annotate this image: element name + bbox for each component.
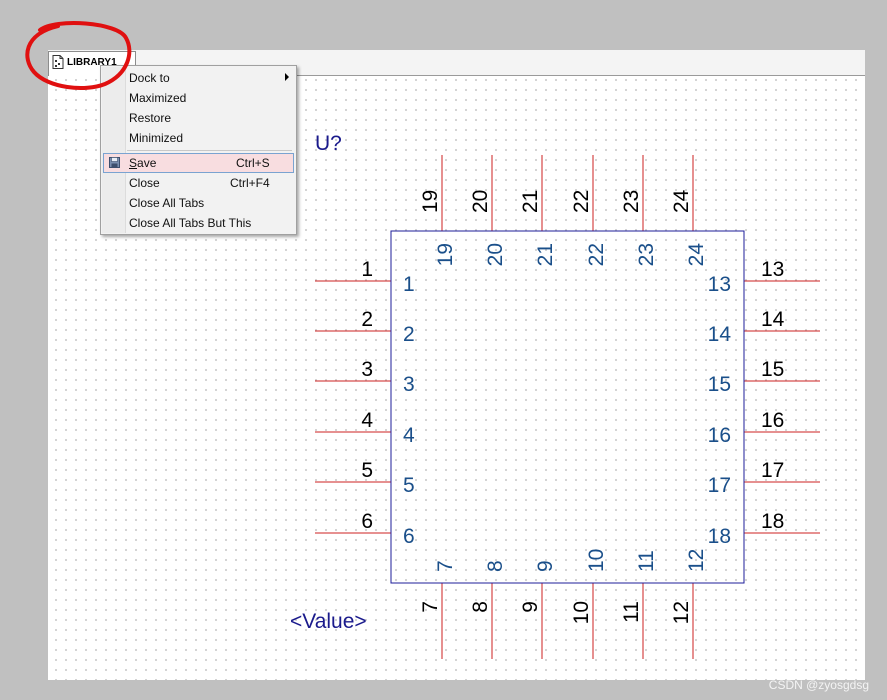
pin-labels: 1122334455661313141415151616171718181919… (361, 189, 784, 624)
pin-name-15: 15 (708, 373, 731, 396)
pin-number-12: 12 (670, 601, 693, 624)
menu-item-label-rest: ave (137, 156, 157, 170)
pin-name-17: 17 (708, 474, 731, 497)
part-body[interactable] (390, 230, 745, 584)
right-panel-edge (865, 50, 887, 700)
pin-name-3: 3 (403, 373, 415, 396)
pin-number-20: 20 (469, 190, 492, 213)
pin-number-13: 13 (761, 258, 784, 281)
pin-number-1: 1 (361, 258, 373, 281)
submenu-arrow-icon (285, 73, 289, 81)
pin-name-14: 14 (708, 323, 732, 346)
pin-number-5: 5 (361, 459, 373, 482)
menu-item-close-all-tabs-but-this[interactable]: Close All Tabs But This (103, 213, 294, 232)
pin-name-10: 10 (585, 549, 608, 572)
menu-item-label: Close All Tabs But This (129, 216, 252, 230)
menu-item-restore[interactable]: Restore (103, 108, 294, 127)
menu-item-label: Save (129, 156, 156, 170)
menu-item-close-all-tabs[interactable]: Close All Tabs (103, 193, 294, 212)
pin-number-11: 11 (620, 601, 643, 623)
tab-context-menu: Dock to Maximized Restore Minimized Save… (100, 65, 297, 235)
menu-item-minimized[interactable]: Minimized (103, 128, 294, 147)
menu-item-label: Minimized (129, 131, 184, 145)
pin-number-24: 24 (670, 189, 693, 213)
pin-number-10: 10 (570, 601, 593, 624)
pin-name-11: 11 (635, 550, 658, 572)
mnemonic-s: S (129, 156, 138, 170)
pin-name-12: 12 (685, 549, 708, 572)
menu-item-label: Close All Tabs (129, 196, 205, 210)
menu-item-maximized[interactable]: Maximized (103, 88, 294, 107)
pin-name-18: 18 (708, 525, 731, 548)
pin-name-23: 23 (635, 243, 658, 266)
document-icon (52, 55, 64, 69)
watermark: CSDN @zyosgdsg (768, 678, 869, 692)
pin-name-19: 19 (434, 243, 457, 266)
pin-number-14: 14 (761, 308, 785, 331)
menu-item-save[interactable]: Save Ctrl+S (103, 153, 294, 173)
pin-number-16: 16 (761, 409, 784, 432)
pin-number-21: 21 (519, 190, 542, 213)
pin-name-6: 6 (403, 525, 415, 548)
pin-number-9: 9 (519, 601, 542, 613)
part-reference[interactable]: U? (315, 132, 342, 155)
pin-number-17: 17 (761, 459, 784, 482)
pin-number-15: 15 (761, 358, 784, 381)
pin-name-16: 16 (708, 424, 731, 447)
menu-separator (127, 150, 292, 151)
pin-number-23: 23 (620, 190, 643, 213)
pin-name-22: 22 (585, 243, 608, 266)
save-icon (109, 157, 120, 168)
pin-number-4: 4 (361, 409, 373, 432)
menu-item-shortcut: Ctrl+S (236, 156, 270, 170)
menu-item-label: Maximized (129, 91, 187, 105)
pin-name-24: 24 (685, 243, 708, 267)
pin-name-20: 20 (484, 243, 507, 266)
pin-name-1: 1 (403, 273, 415, 296)
pin-name-21: 21 (534, 243, 557, 266)
menu-item-label: Dock to (129, 71, 170, 85)
pin-number-22: 22 (570, 190, 593, 213)
pin-number-7: 7 (419, 601, 442, 613)
menu-item-dock-to[interactable]: Dock to (103, 68, 294, 87)
pin-number-8: 8 (469, 601, 492, 613)
pin-number-2: 2 (361, 308, 373, 331)
menu-item-label: Restore (129, 111, 172, 125)
menu-item-label: Close (129, 176, 160, 190)
pin-name-2: 2 (403, 323, 415, 346)
pin-name-13: 13 (708, 273, 731, 296)
pin-number-19: 19 (419, 190, 442, 213)
pin-name-8: 8 (484, 560, 507, 572)
pin-name-9: 9 (534, 560, 557, 572)
pin-number-3: 3 (361, 358, 373, 381)
pin-number-18: 18 (761, 510, 784, 533)
menu-item-shortcut: Ctrl+F4 (230, 176, 270, 190)
pin-name-7: 7 (434, 560, 457, 572)
menu-item-close[interactable]: Close Ctrl+F4 (103, 173, 294, 192)
pin-number-6: 6 (361, 510, 373, 533)
pin-name-4: 4 (403, 424, 415, 447)
pin-name-5: 5 (403, 474, 415, 497)
part-value[interactable]: <Value> (290, 610, 367, 633)
